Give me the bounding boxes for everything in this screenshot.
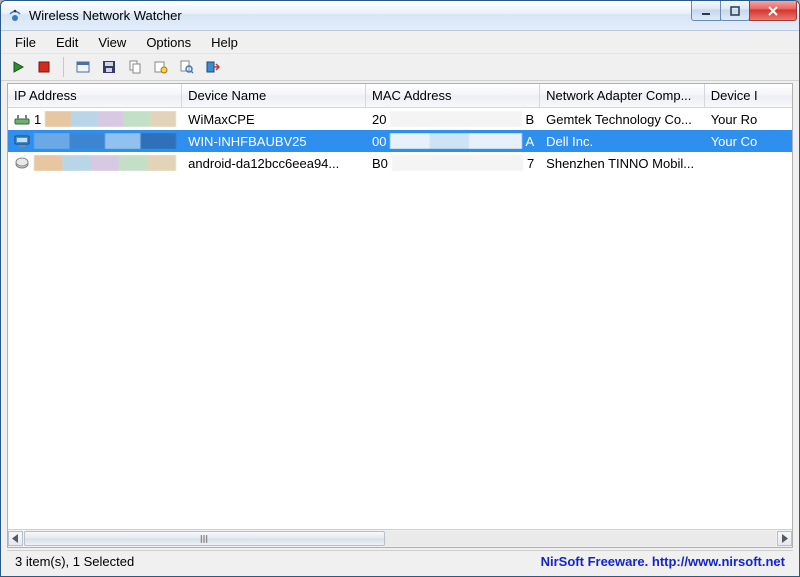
main-window: Wireless Network Watcher File Edit View … — [0, 0, 800, 577]
column-headers: IP Address Device Name MAC Address Netwo… — [8, 84, 792, 108]
vendor-link[interactable]: NirSoft Freeware. http://www.nirsoft.net — [541, 554, 785, 569]
cell-adapter: Dell Inc. — [540, 134, 705, 149]
redacted-mac — [390, 133, 521, 149]
chevron-right-icon — [781, 534, 788, 543]
computer-icon — [14, 133, 30, 149]
menu-options[interactable]: Options — [136, 33, 201, 52]
play-button[interactable] — [7, 56, 29, 78]
device-icon — [14, 155, 30, 171]
save-button[interactable] — [98, 56, 120, 78]
list-body[interactable]: 1 WiMaxCPE 20 B Gemtek Technology Co... … — [8, 108, 792, 529]
stop-button[interactable] — [33, 56, 55, 78]
router-icon — [14, 111, 30, 127]
grip-icon — [25, 532, 384, 545]
cell-device-name: android-da12bcc6eea94... — [182, 156, 366, 171]
save-icon — [102, 60, 116, 74]
menu-edit[interactable]: Edit — [46, 33, 88, 52]
copy-button[interactable] — [124, 56, 146, 78]
redacted-ip — [45, 111, 176, 127]
redacted-mac — [390, 111, 521, 127]
status-bar: 3 item(s), 1 Selected NirSoft Freeware. … — [7, 550, 793, 572]
horizontal-scrollbar[interactable] — [8, 529, 792, 547]
redacted-ip — [34, 133, 176, 149]
table-row[interactable]: 1 WiMaxCPE 20 B Gemtek Technology Co... … — [8, 108, 792, 130]
title-bar[interactable]: Wireless Network Watcher — [1, 1, 799, 31]
find-button[interactable] — [176, 56, 198, 78]
cell-info: Your Co — [705, 134, 792, 149]
status-text: 3 item(s), 1 Selected — [15, 554, 134, 569]
menu-help[interactable]: Help — [201, 33, 248, 52]
cell-ip: 1 — [8, 111, 182, 127]
cell-mac: 00 A — [366, 133, 540, 149]
table-row[interactable]: android-da12bcc6eea94... B0 7 Shenzhen T… — [8, 152, 792, 174]
col-header-device-name[interactable]: Device Name — [182, 84, 366, 107]
ip-prefix: 1 — [34, 112, 41, 127]
col-header-mac[interactable]: MAC Address — [366, 84, 540, 107]
maximize-button[interactable] — [720, 1, 750, 21]
cell-adapter: Shenzhen TINNO Mobil... — [540, 156, 705, 171]
window-title: Wireless Network Watcher — [29, 8, 182, 23]
window-controls — [692, 1, 799, 23]
cell-mac: B0 7 — [366, 155, 540, 171]
options-button[interactable] — [150, 56, 172, 78]
mac-suffix: 7 — [527, 156, 534, 171]
close-button[interactable] — [749, 1, 797, 21]
scroll-thumb[interactable] — [24, 531, 385, 546]
cell-info: Your Ro — [705, 112, 792, 127]
properties-icon — [76, 60, 90, 74]
properties-button[interactable] — [72, 56, 94, 78]
menu-view[interactable]: View — [88, 33, 136, 52]
scroll-left-button[interactable] — [8, 531, 23, 546]
cell-mac: 20 B — [366, 111, 540, 127]
cell-ip — [8, 155, 182, 171]
chevron-left-icon — [12, 534, 19, 543]
scroll-track[interactable] — [24, 531, 776, 546]
minimize-button[interactable] — [691, 1, 721, 21]
mac-prefix: 20 — [372, 112, 386, 127]
cell-ip — [8, 133, 182, 149]
play-icon — [11, 60, 25, 74]
exit-button[interactable] — [202, 56, 224, 78]
redacted-ip — [34, 155, 176, 171]
stop-icon — [37, 60, 51, 74]
scroll-right-button[interactable] — [777, 531, 792, 546]
cell-adapter: Gemtek Technology Co... — [540, 112, 705, 127]
menu-bar: File Edit View Options Help — [1, 31, 799, 53]
exit-icon — [206, 60, 220, 74]
col-header-adapter[interactable]: Network Adapter Comp... — [540, 84, 705, 107]
options-icon — [154, 60, 168, 74]
redacted-mac — [392, 155, 523, 171]
col-header-ip[interactable]: IP Address — [8, 84, 182, 107]
list-view[interactable]: IP Address Device Name MAC Address Netwo… — [7, 83, 793, 548]
copy-icon — [128, 60, 142, 74]
menu-file[interactable]: File — [5, 33, 46, 52]
mac-suffix: A — [526, 134, 535, 149]
mac-prefix: 00 — [372, 134, 386, 149]
cell-device-name: WIN-INHFBAUBV25 — [182, 134, 366, 149]
mac-prefix: B0 — [372, 156, 388, 171]
cell-device-name: WiMaxCPE — [182, 112, 366, 127]
table-row[interactable]: WIN-INHFBAUBV25 00 A Dell Inc. Your Co — [8, 130, 792, 152]
toolbar — [1, 53, 799, 81]
col-header-device-info[interactable]: Device I — [705, 84, 792, 107]
find-icon — [180, 60, 194, 74]
mac-suffix: B — [526, 112, 535, 127]
toolbar-separator — [63, 57, 64, 77]
app-icon — [7, 8, 23, 24]
